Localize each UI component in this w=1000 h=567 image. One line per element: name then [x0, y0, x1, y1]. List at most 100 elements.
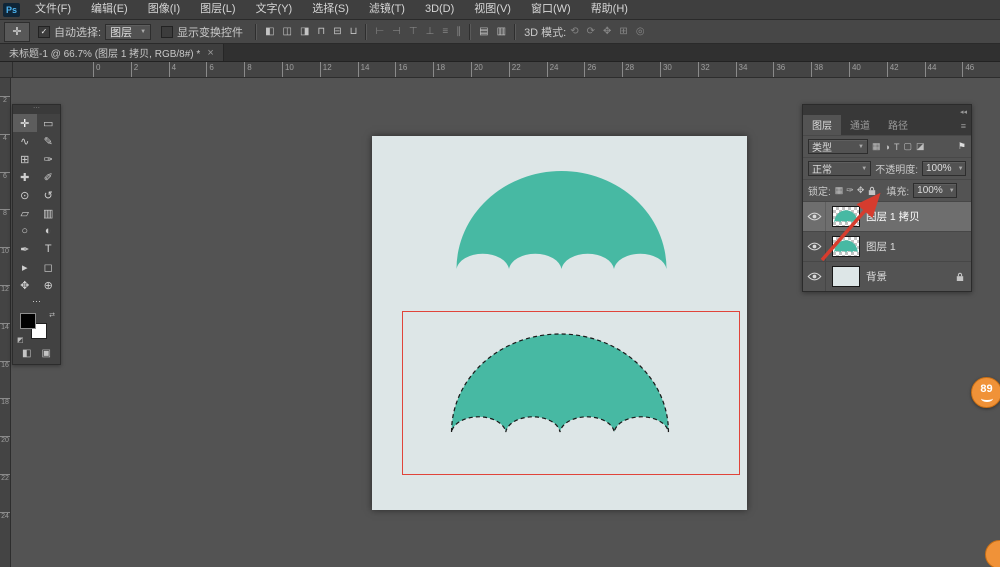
brush-tool[interactable]: ✐	[37, 168, 61, 186]
distribute-icon[interactable]: ⊢	[375, 26, 384, 37]
filter-type-icon[interactable]: ▦	[872, 141, 881, 152]
threed-mode-icon[interactable]: ⊞	[619, 26, 627, 37]
distribute-icon[interactable]: ⊥	[426, 26, 435, 37]
layer-thumbnail[interactable]	[832, 236, 860, 257]
menu-item[interactable]: 窗口(W)	[521, 0, 581, 19]
eyedropper-tool[interactable]: ✑	[37, 150, 61, 168]
panel-grip[interactable]: ⋯	[13, 105, 60, 114]
path-selection-tool[interactable]: ▸	[13, 258, 37, 276]
vertical-ruler[interactable]: 24681012141618202224	[0, 78, 11, 567]
threed-mode-icon[interactable]: ⟳	[587, 26, 595, 37]
ruler-tick: 24	[547, 62, 585, 77]
current-tool-icon[interactable]: ✛	[4, 22, 30, 42]
filter-toggle-flag-icon[interactable]: ⚑	[958, 141, 966, 152]
panel-tab[interactable]: 图层	[803, 115, 841, 135]
panel-menu-icon[interactable]: ≡	[961, 121, 966, 131]
menu-item[interactable]: 3D(D)	[415, 0, 464, 19]
layer-filter-dropdown[interactable]: 类型 ▼	[808, 139, 868, 154]
screen-mode-icon[interactable]: ▣	[42, 348, 51, 359]
lock-option-icon[interactable]: ▦	[835, 185, 844, 196]
filter-type-icon[interactable]: ▢	[903, 141, 912, 152]
filter-type-icon[interactable]: ◑	[885, 142, 890, 152]
menu-item[interactable]: 图像(I)	[138, 0, 190, 19]
pen-tool[interactable]: ✒	[13, 240, 37, 258]
auto-select-target-dropdown[interactable]: 图层 ▼	[105, 24, 151, 40]
crop-tool[interactable]: ⊞	[13, 150, 37, 168]
blur-tool[interactable]: ○	[13, 222, 37, 240]
layer-row[interactable]: 图层 1	[803, 231, 971, 261]
menu-item[interactable]: 图层(L)	[190, 0, 245, 19]
threed-mode-icon[interactable]: ⟲	[570, 26, 578, 37]
auto-align-icon[interactable]: ▥	[497, 26, 506, 37]
lock-all-icon[interactable]	[868, 186, 876, 196]
notification-badge-secondary[interactable]	[985, 540, 1000, 567]
lasso-tool[interactable]: ∿	[13, 132, 37, 150]
hand-tool[interactable]: ✥	[13, 276, 37, 294]
visibility-toggle[interactable]	[803, 262, 826, 291]
align-icon[interactable]: ◧	[265, 26, 274, 37]
auto-select-checkbox[interactable]: ✓	[38, 26, 50, 38]
align-icon[interactable]: ◫	[283, 26, 292, 37]
panel-tab[interactable]: 通道	[841, 115, 879, 135]
quick-mask-icon[interactable]: ◧	[22, 348, 31, 359]
quick-selection-tool[interactable]: ✎	[37, 132, 61, 150]
horizontal-ruler[interactable]: 0246810121416182022242628303234363840424…	[0, 62, 1000, 78]
canvas[interactable]	[372, 136, 747, 510]
align-icon[interactable]: ⊔	[350, 26, 358, 37]
shape-tool[interactable]: ◻	[37, 258, 61, 276]
threed-mode-icon[interactable]: ✥	[603, 26, 611, 37]
ruler-tick: 16	[0, 361, 10, 399]
filter-type-icon[interactable]: T	[894, 142, 900, 152]
collapse-panel-icon[interactable]: ◂◂	[960, 108, 967, 116]
show-transform-checkbox[interactable]: ✓	[161, 26, 173, 38]
visibility-toggle[interactable]	[803, 232, 826, 261]
distribute-icon[interactable]: ⊤	[409, 26, 418, 37]
clone-stamp-tool[interactable]: ⊙	[13, 186, 37, 204]
align-icon[interactable]: ⊓	[317, 26, 325, 37]
background-layer-row[interactable]: 背景	[803, 261, 971, 291]
history-brush-tool[interactable]: ↺	[37, 186, 61, 204]
healing-brush-tool[interactable]: ✚	[13, 168, 37, 186]
menu-item[interactable]: 视图(V)	[464, 0, 521, 19]
menu-item[interactable]: 编辑(E)	[81, 0, 138, 19]
panel-tab[interactable]: 路径	[879, 115, 917, 135]
edit-toolbar-icon[interactable]: ⋯	[13, 294, 60, 308]
foreground-color-swatch[interactable]	[20, 313, 36, 329]
menu-item[interactable]: 文字(Y)	[246, 0, 303, 19]
dodge-tool[interactable]: ◐	[37, 222, 61, 240]
align-icon[interactable]: ⊟	[333, 26, 341, 37]
ruler-tick: 20	[471, 62, 509, 77]
align-icon[interactable]: ◨	[300, 26, 309, 37]
distribute-icon[interactable]: ⊣	[392, 26, 401, 37]
close-document-icon[interactable]: ×	[207, 47, 213, 59]
marquee-tool[interactable]: ▭	[37, 114, 61, 132]
document-tab[interactable]: 未标题-1 @ 66.7% (图层 1 拷贝, RGB/8#) * ×	[0, 44, 224, 61]
visibility-toggle[interactable]	[803, 202, 826, 231]
notification-badge[interactable]: 89	[971, 377, 1000, 408]
opacity-dropdown[interactable]: 100% ▼	[922, 161, 966, 176]
menu-item[interactable]: 选择(S)	[302, 0, 359, 19]
zoom-tool[interactable]: ⊕	[37, 276, 61, 294]
menu-item[interactable]: 文件(F)	[25, 0, 81, 19]
eraser-tool[interactable]: ▱	[13, 204, 37, 222]
threed-mode-icon[interactable]: ◎	[636, 26, 645, 37]
type-tool[interactable]: T	[37, 240, 61, 258]
blend-mode-dropdown[interactable]: 正常 ▼	[808, 161, 871, 176]
lock-option-icon[interactable]: ✥	[857, 185, 865, 196]
chevron-down-icon: ▼	[861, 166, 867, 172]
layer-thumbnail[interactable]	[832, 266, 860, 287]
distribute-icon[interactable]: ≡	[442, 26, 448, 37]
layer-row-selected[interactable]: 图层 1 拷贝	[803, 201, 971, 231]
gradient-tool[interactable]: ▥	[37, 204, 61, 222]
layer-thumbnail[interactable]	[832, 206, 860, 227]
swap-colors-icon[interactable]: ⇄	[49, 311, 55, 319]
menu-item[interactable]: 滤镜(T)	[359, 0, 415, 19]
distribute-icon[interactable]: ∥	[456, 26, 461, 37]
default-colors-icon[interactable]: ◩	[17, 336, 24, 344]
auto-align-icon[interactable]: ▤	[479, 26, 488, 37]
lock-option-icon[interactable]: ✑	[846, 185, 854, 196]
filter-type-icon[interactable]: ◪	[916, 141, 925, 152]
fill-dropdown[interactable]: 100% ▼	[913, 183, 957, 198]
menu-item[interactable]: 帮助(H)	[581, 0, 638, 19]
move-tool[interactable]: ✛	[13, 114, 37, 132]
